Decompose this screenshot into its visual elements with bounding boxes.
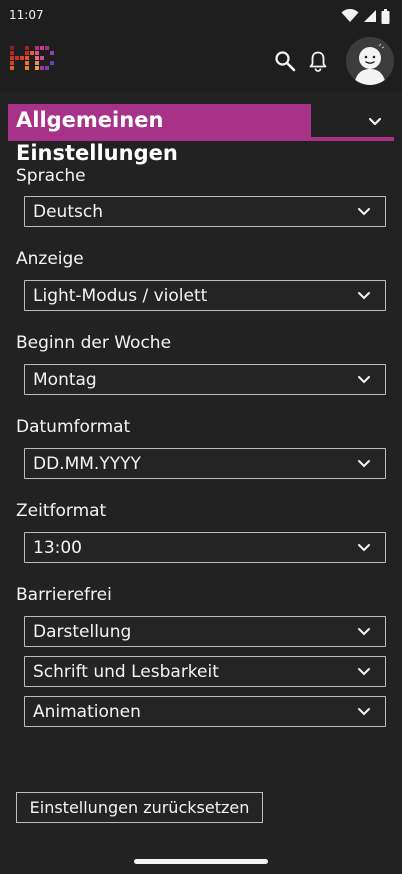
chevron-down-icon [358, 460, 370, 468]
accessibility-label: Barrierefrei [16, 585, 112, 605]
accessibility-display-value: Darstellung [33, 622, 132, 642]
display-value: Light-Modus / violett [33, 286, 208, 306]
chevron-down-icon [358, 544, 370, 552]
language-select[interactable]: Deutsch [24, 196, 386, 227]
chevron-down-icon [358, 292, 370, 300]
accessibility-font-select[interactable]: Schrift und Lesbarkeit [24, 656, 386, 687]
chevron-down-icon [358, 376, 370, 384]
section-header[interactable]: Allgemeinen Einstellungen [8, 104, 394, 165]
display-select[interactable]: Light-Modus / violett [24, 280, 386, 311]
battery-icon [381, 8, 390, 24]
time-format-select[interactable]: 13:00 [24, 532, 386, 563]
avatar-character-icon [346, 37, 394, 85]
date-format-value: DD.MM.YYYY [33, 454, 141, 474]
avatar[interactable] [346, 37, 394, 85]
chevron-down-icon [358, 208, 370, 216]
status-time: 11:07 [9, 8, 44, 22]
app-logo[interactable] [10, 46, 58, 76]
week-start-select[interactable]: Montag [24, 364, 386, 395]
accessibility-font-value: Schrift und Lesbarkeit [33, 662, 219, 682]
notifications-button[interactable] [305, 48, 331, 74]
accessibility-display-select[interactable]: Darstellung [24, 616, 386, 647]
section-title: Allgemeinen Einstellungen [8, 104, 311, 165]
accessibility-animations-select[interactable]: Animationen [24, 696, 386, 727]
date-format-select[interactable]: DD.MM.YYYY [24, 448, 386, 479]
navigation-handle[interactable] [134, 859, 268, 864]
date-format-label: Datumformat [16, 417, 131, 437]
app-bar [0, 32, 402, 92]
week-start-value: Montag [33, 370, 97, 390]
language-value: Deutsch [33, 202, 103, 222]
week-start-label: Beginn der Woche [16, 333, 172, 353]
display-label: Anzeige [16, 249, 84, 269]
signal-icon [364, 10, 376, 22]
chevron-down-icon[interactable] [364, 110, 386, 132]
search-button[interactable] [272, 48, 298, 74]
chevron-down-icon [358, 668, 370, 676]
search-icon [275, 51, 296, 72]
section-underline [8, 137, 394, 141]
chevron-down-icon [358, 628, 370, 636]
status-icons [341, 7, 390, 25]
chevron-down-icon [358, 708, 370, 716]
reset-settings-button[interactable]: Einstellungen zurücksetzen [16, 792, 263, 823]
wifi-icon [341, 9, 359, 22]
language-label: Sprache [16, 166, 86, 186]
accessibility-animations-value: Animationen [33, 702, 141, 722]
status-bar: 11:07 [0, 0, 402, 32]
bell-icon [309, 51, 327, 72]
time-format-label: Zeitformat [16, 501, 107, 521]
time-format-value: 13:00 [33, 538, 82, 558]
